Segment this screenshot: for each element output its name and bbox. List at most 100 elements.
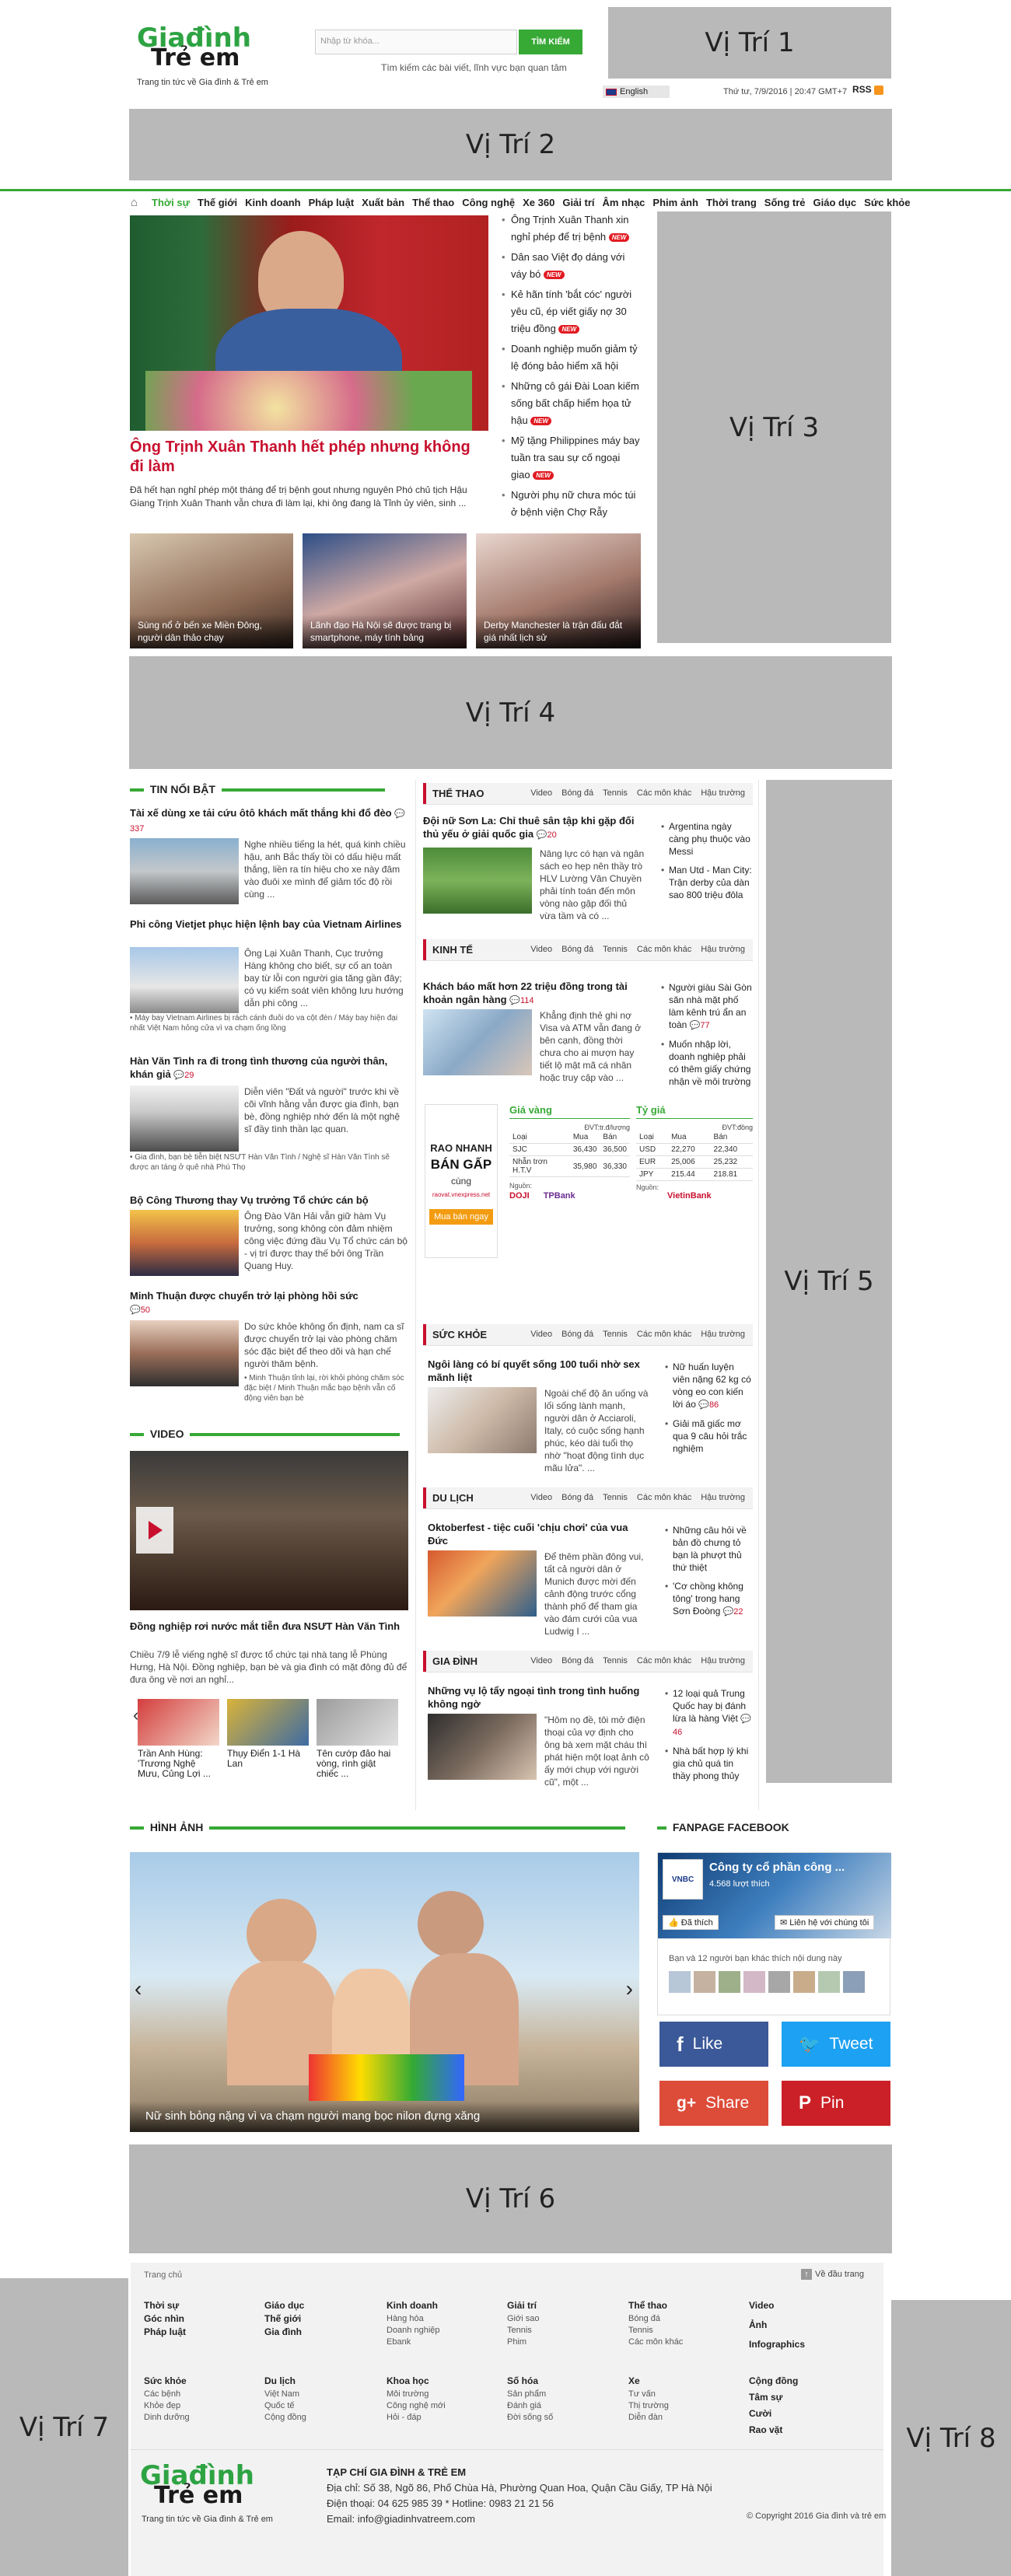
category-title[interactable]: KINH TẾ — [432, 944, 473, 956]
related-links[interactable]: • Minh Thuận tỉnh lại, rời khỏi phòng ch… — [130, 1373, 406, 1403]
category-article-image[interactable] — [428, 1387, 537, 1453]
tab-hau-truong[interactable]: Hậu trường — [701, 945, 745, 954]
list-item[interactable]: Người giàu Sài Gòn săn nhà mặt phố làm k… — [661, 981, 753, 1032]
back-to-top[interactable]: ↑ Về đầu trang — [801, 2269, 864, 2280]
thumb-1[interactable]: Sùng nổ ở bến xe Miền Đông, người dân th… — [130, 533, 293, 648]
nav-item-giao-duc[interactable]: Giáo dục — [810, 194, 861, 211]
list-item[interactable]: Argentina ngày càng phụ thuộc vào Messi — [661, 820, 753, 858]
ad-slot-2[interactable]: Vị Trí 2 — [129, 109, 892, 180]
video-thumb[interactable] — [227, 1699, 309, 1746]
video-thumb-title[interactable]: Trần Anh Hùng: 'Trương Nghệ Mưu, Củng Lợ… — [138, 1749, 219, 1779]
list-item[interactable]: Nhà bất hợp lý khi gia chủ quá tin thầy … — [665, 1745, 753, 1782]
nav-item-the-gioi[interactable]: Thế giới — [194, 194, 241, 211]
nav-item-am-nhac[interactable]: Âm nhạc — [599, 194, 649, 211]
nav-item-thoi-su[interactable]: Thời sự — [148, 194, 194, 211]
featured-article-image[interactable] — [130, 1210, 239, 1276]
tab-video[interactable]: Video — [530, 788, 552, 798]
related-links[interactable]: • Gia đình, bạn bè tiễn biệt NSƯT Hàn Vă… — [130, 1152, 406, 1173]
featured-article-image[interactable] — [130, 1085, 239, 1152]
video-player[interactable] — [130, 1451, 408, 1610]
tab-hau-truong[interactable]: Hậu trường — [701, 1493, 745, 1502]
language-switch[interactable]: English — [603, 86, 670, 98]
pinterest-pin-button[interactable]: P Pin — [782, 2081, 890, 2126]
chevron-left-icon[interactable]: ‹ — [135, 1977, 142, 2001]
home-icon[interactable]: ⌂ — [131, 196, 138, 209]
nav-item-cong-nghe[interactable]: Công nghệ — [458, 194, 519, 211]
tab-cac-mon-khac[interactable]: Các môn khác — [637, 1493, 691, 1502]
list-item[interactable]: Mỹ tặng Philippines máy bay tuần tra sau… — [502, 432, 642, 484]
ad-slot-6[interactable]: Vị Trí 6 — [129, 2144, 892, 2253]
rao-nhanh-ad[interactable]: RAO NHANH BÁN GẤP cùng raovat.vnexpress.… — [425, 1104, 498, 1258]
category-article-image[interactable] — [428, 1714, 537, 1780]
category-title[interactable]: THỂ THAO — [432, 788, 484, 799]
list-item[interactable]: Những câu hỏi về bản đồ chưng tỏ bạn là … — [665, 1524, 753, 1574]
category-title[interactable]: GIA ĐÌNH — [432, 1655, 478, 1667]
ad-slot-7[interactable]: Vị Trí 7 — [0, 2278, 128, 2576]
headline-image[interactable] — [130, 215, 488, 431]
tab-hau-truong[interactable]: Hậu trường — [701, 1330, 745, 1339]
nav-item-xe-360[interactable]: Xe 360 — [519, 194, 558, 211]
related-links[interactable]: • Máy bay Vietnam Airlines bị rách cánh … — [130, 1013, 406, 1033]
ad-slot-4[interactable]: Vị Trí 4 — [129, 656, 892, 769]
nav-item-kinh-doanh[interactable]: Kinh doanh — [241, 194, 305, 211]
google-share-button[interactable]: g+ Share — [659, 2081, 768, 2126]
category-article-title[interactable]: Khách báo mất hơn 22 triệu đồng trong tà… — [423, 980, 645, 1008]
nav-item-song-tre[interactable]: Sống trẻ — [761, 194, 810, 211]
list-item[interactable]: Dân sao Việt đọ dáng với váy bó NEW — [502, 249, 642, 283]
category-title[interactable]: SỨC KHỎE — [432, 1329, 487, 1340]
ad-slot-8[interactable]: Vị Trí 8 — [891, 2300, 1011, 2576]
category-article-title[interactable]: Ngôi làng có bí quyết sống 100 tuổi nhờ … — [428, 1358, 649, 1384]
tab-video[interactable]: Video — [530, 1330, 552, 1339]
list-item[interactable]: Những cô gái Đài Loan kiếm sống bất chấp… — [502, 378, 642, 429]
video-title[interactable]: Đồng nghiệp rơi nước mắt tiễn đưa NSƯT H… — [130, 1620, 408, 1633]
tab-cac-mon-khac[interactable]: Các môn khác — [637, 945, 691, 954]
featured-article-title[interactable]: Bộ Công Thương thay Vụ trưởng Tổ chức cá… — [130, 1194, 406, 1207]
category-article-title[interactable]: Đội nữ Sơn La: Chỉ thuê sân tập khi gặp … — [423, 814, 645, 842]
ad-slot-1[interactable]: Vị Trí 1 — [608, 7, 891, 79]
featured-article-title[interactable]: Phi công Vietjet phục hiện lệnh bay của … — [130, 918, 406, 931]
tab-hau-truong[interactable]: Hậu trường — [701, 788, 745, 798]
search-input[interactable]: Nhập từ khóa... — [315, 30, 517, 54]
contact-button[interactable]: ✉ Liên hệ với chúng tôi — [775, 1915, 875, 1930]
tab-video[interactable]: Video — [530, 1493, 552, 1502]
category-title[interactable]: DU LỊCH — [432, 1492, 474, 1504]
play-icon[interactable] — [136, 1507, 173, 1554]
ad-slot-3[interactable]: Vị Trí 3 — [657, 211, 891, 643]
photo-gallery[interactable]: ‹ › Nữ sinh bỏng nặng vì va chạm người m… — [130, 1852, 639, 2132]
tab-hau-truong[interactable]: Hậu trường — [701, 1656, 745, 1665]
nav-item-phim-anh[interactable]: Phim ảnh — [649, 194, 702, 211]
nav-item-the-thao[interactable]: Thể thao — [408, 194, 458, 211]
category-article-image[interactable] — [423, 848, 532, 914]
thumb-3[interactable]: Derby Manchester là trận đấu đắt giá nhấ… — [476, 533, 641, 648]
category-article-title[interactable]: Những vụ lộ tẩy ngoại tình trong tình hu… — [428, 1684, 649, 1711]
category-article-image[interactable] — [428, 1550, 537, 1617]
tab-tennis[interactable]: Tennis — [603, 1656, 628, 1665]
featured-article-title[interactable]: Minh Thuận được chuyển trở lại phòng hồi… — [130, 1289, 406, 1302]
featured-article-image[interactable] — [130, 947, 239, 1013]
footer-logo[interactable]: Giađình Trẻ em — [140, 2462, 296, 2510]
liked-button[interactable]: 👍 Đã thích — [663, 1915, 719, 1930]
tab-bong-da[interactable]: Bóng đá — [561, 1493, 593, 1502]
nav-item-xuat-ban[interactable]: Xuất bản — [358, 194, 408, 211]
list-item[interactable]: Ông Trịnh Xuân Thanh xin nghỉ phép để tr… — [502, 211, 642, 246]
headline-title[interactable]: Ông Trịnh Xuân Thanh hết phép nhưng khôn… — [130, 438, 484, 477]
featured-article-title[interactable]: Hàn Văn Tình ra đi trong tình thương của… — [130, 1054, 406, 1082]
tab-tennis[interactable]: Tennis — [603, 945, 628, 954]
list-item[interactable]: 'Cơ chồng không tông' trong hang Sơn Đoò… — [665, 1580, 753, 1618]
list-item[interactable]: Giải mã giấc mơ qua 9 câu hỏi trắc nghiệ… — [665, 1417, 753, 1455]
tab-bong-da[interactable]: Bóng đá — [561, 788, 593, 798]
list-item[interactable]: Người phụ nữ chưa móc túi ở bệnh viện Ch… — [502, 487, 642, 521]
footer-email[interactable]: Email: info@giadinhvatreem.com — [327, 2513, 475, 2525]
nav-item-phap-luat[interactable]: Pháp luật — [305, 194, 359, 211]
featured-article-image[interactable] — [130, 838, 239, 904]
tab-tennis[interactable]: Tennis — [603, 1330, 628, 1339]
list-item[interactable]: Kẻ hãn tính 'bắt cóc' người yêu cũ, ép v… — [502, 286, 642, 337]
ad-slot-5[interactable]: Vị Trí 5 — [766, 780, 892, 1783]
chevron-right-icon[interactable]: › — [626, 1977, 633, 2001]
twitter-tweet-button[interactable]: 🐦 Tweet — [782, 2022, 890, 2067]
list-item[interactable]: Muốn nhập lời, doanh nghiệp phải có thêm… — [661, 1038, 753, 1088]
nav-item-suc-khoe[interactable]: Sức khỏe — [860, 194, 914, 211]
tab-bong-da[interactable]: Bóng đá — [561, 945, 593, 954]
tab-cac-mon-khac[interactable]: Các môn khác — [637, 1656, 691, 1665]
category-article-title[interactable]: Oktoberfest - tiệc cuối 'chịu chơi' của … — [428, 1521, 649, 1547]
